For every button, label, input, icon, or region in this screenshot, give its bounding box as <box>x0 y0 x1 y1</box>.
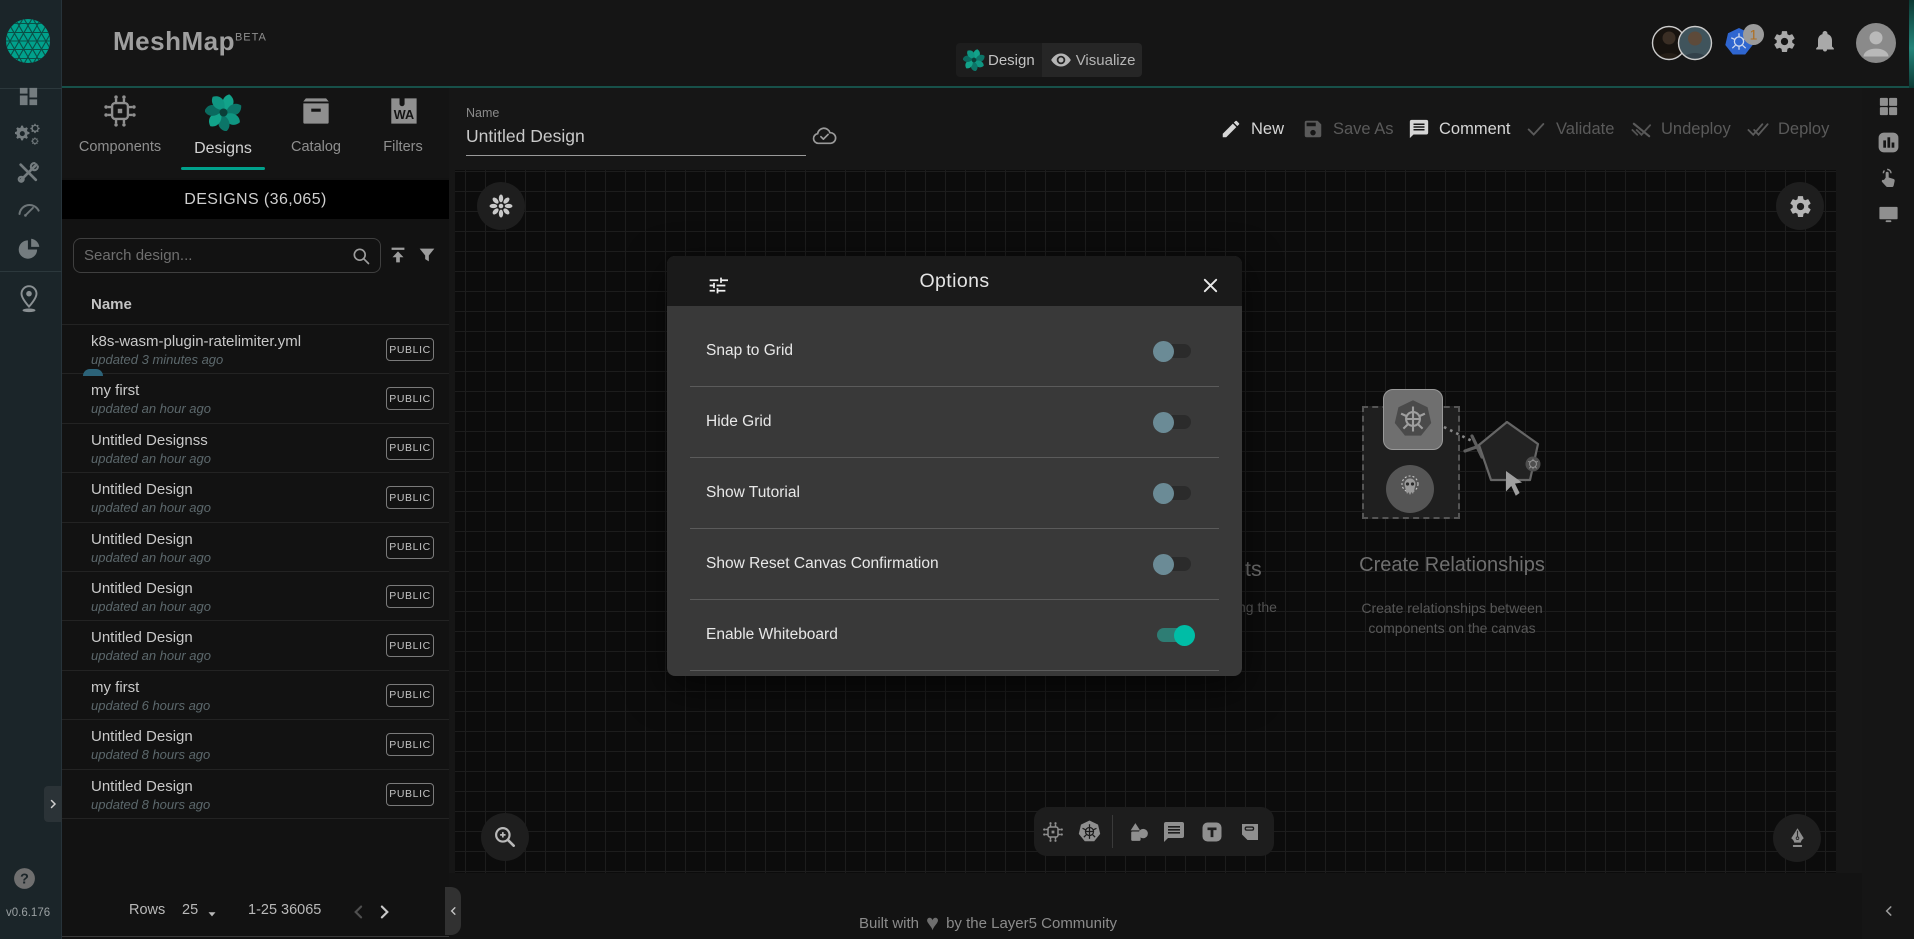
svg-text:WA: WA <box>394 108 414 122</box>
svg-text:?: ? <box>20 872 29 888</box>
svg-text:1: 1 <box>1750 27 1758 43</box>
